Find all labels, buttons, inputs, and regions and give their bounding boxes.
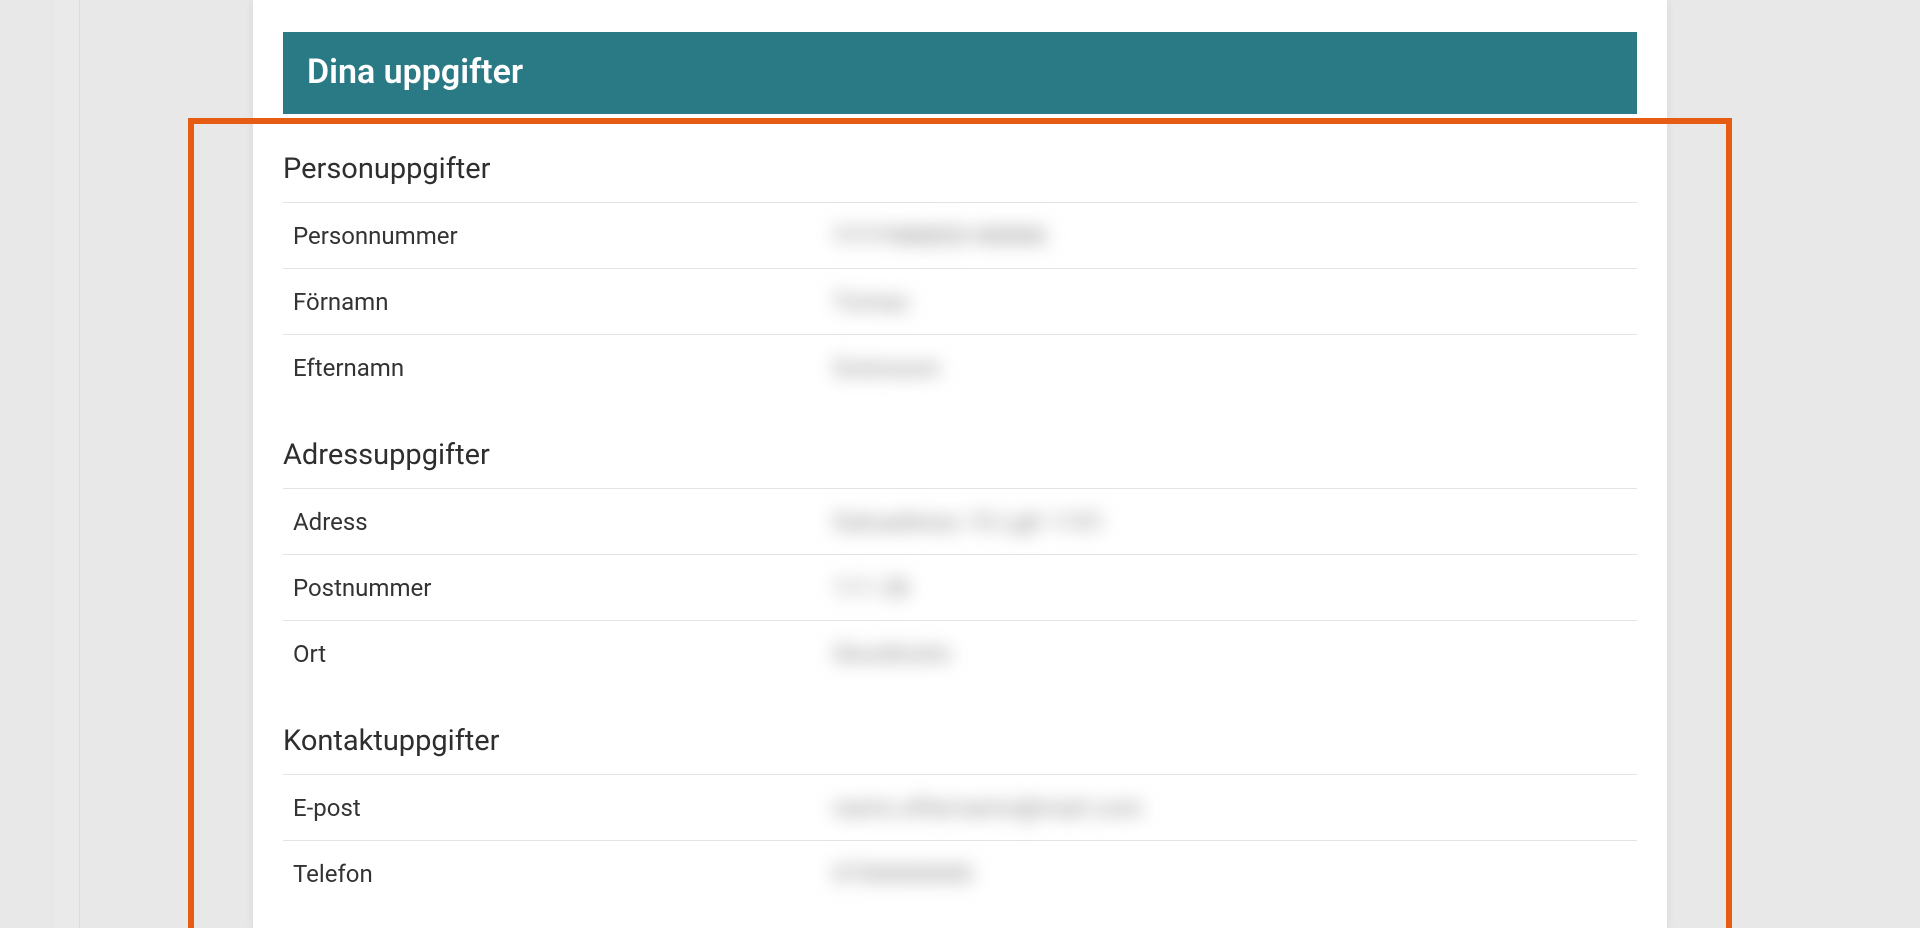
label-telefon: Telefon (293, 860, 833, 888)
section-person-title: Personuppgifter (283, 152, 1637, 186)
label-adress: Adress (293, 508, 833, 536)
row-postnummer: Postnummer 111 28 (283, 554, 1637, 620)
label-efternamn: Efternamn (293, 354, 833, 382)
value-efternamn: Svensson (833, 354, 940, 382)
card-header-title: Dina uppgifter (307, 52, 523, 92)
row-ort: Ort Stockholm (283, 620, 1637, 686)
row-personnummer: Personnummer YYYYMMDD-NNNN (283, 202, 1637, 268)
value-epost: namn.efternamn@mail.com (833, 794, 1143, 822)
value-personnummer: YYYYMMDD-NNNN (833, 222, 1046, 250)
value-postnummer: 111 28 (833, 574, 909, 602)
value-fornamn: Tomas (833, 288, 909, 316)
label-postnummer: Postnummer (293, 574, 833, 602)
details-card: Dina uppgifter Personuppgifter Personnum… (253, 0, 1667, 928)
section-person: Personuppgifter Personnummer YYYYMMDD-NN… (283, 152, 1637, 400)
section-kontakt-title: Kontaktuppgifter (283, 724, 1637, 758)
label-fornamn: Förnamn (293, 288, 833, 316)
row-epost: E-post namn.efternamn@mail.com (283, 774, 1637, 840)
value-ort: Stockholm (833, 640, 952, 668)
row-adress: Adress Gatuadress 10 Lgh 1101 (283, 488, 1637, 554)
section-adress-title: Adressuppgifter (283, 438, 1637, 472)
card-content: Personuppgifter Personnummer YYYYMMDD-NN… (253, 152, 1667, 906)
label-epost: E-post (293, 794, 833, 822)
left-gutter (55, 0, 80, 928)
row-telefon: Telefon 0700000000 (283, 840, 1637, 906)
section-kontakt: Kontaktuppgifter E-post namn.efternamn@m… (283, 724, 1637, 906)
row-fornamn: Förnamn Tomas (283, 268, 1637, 334)
page-root: Dina uppgifter Personuppgifter Personnum… (0, 0, 1920, 928)
value-telefon: 0700000000 (833, 860, 973, 888)
label-personnummer: Personnummer (293, 222, 833, 250)
row-efternamn: Efternamn Svensson (283, 334, 1637, 400)
section-adress: Adressuppgifter Adress Gatuadress 10 Lgh… (283, 438, 1637, 686)
value-adress: Gatuadress 10 Lgh 1101 (833, 508, 1105, 536)
label-ort: Ort (293, 640, 833, 668)
card-header: Dina uppgifter (283, 32, 1637, 114)
